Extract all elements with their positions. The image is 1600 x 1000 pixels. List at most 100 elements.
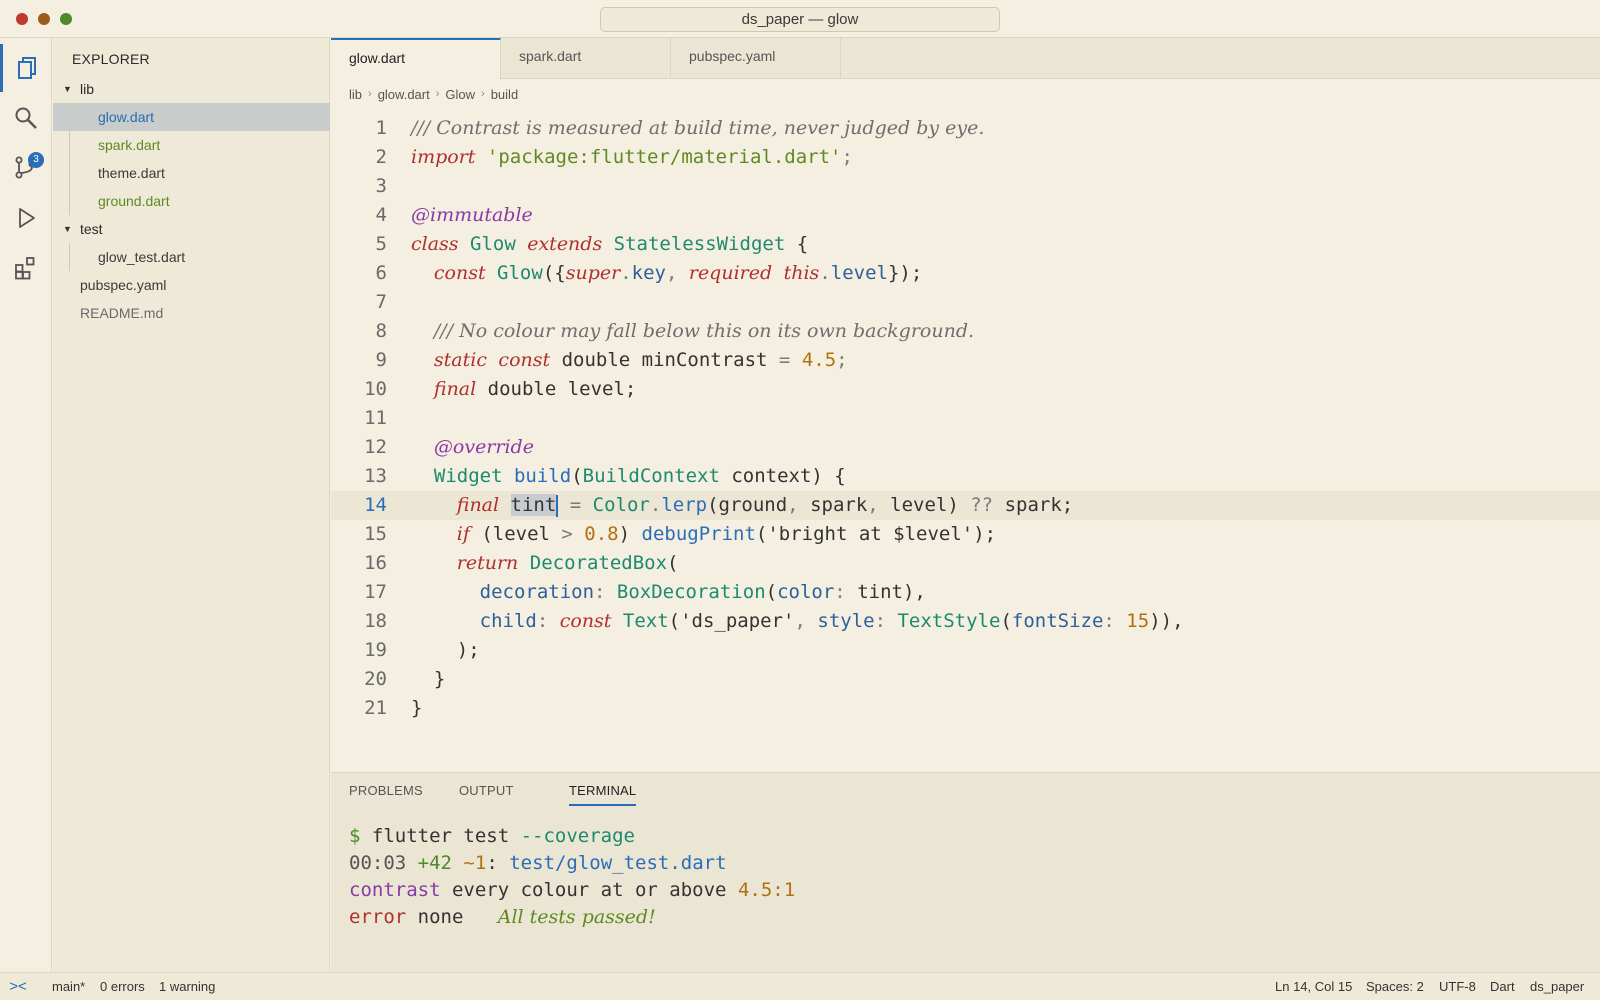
- status-errors[interactable]: 0 errors: [100, 973, 145, 1000]
- terminal-token: +42: [417, 852, 452, 874]
- code-token: ;: [841, 146, 853, 168]
- code-token: @override: [433, 436, 534, 458]
- tree-folder-lib[interactable]: ▼ lib: [53, 75, 330, 103]
- line-number: 2: [375, 146, 387, 168]
- tree-file-glow_test-dart[interactable]: glow_test.dart: [53, 243, 330, 271]
- tree-file-README-md[interactable]: README.md: [53, 299, 330, 327]
- activity-run[interactable]: [0, 194, 52, 242]
- code-line[interactable]: 19 );: [331, 636, 1600, 665]
- tree-file-spark-dart[interactable]: spark.dart: [53, 131, 330, 159]
- minimize-window-button[interactable]: [38, 13, 50, 25]
- code-line[interactable]: 3: [331, 172, 1600, 201]
- code-line[interactable]: 1 /// Contrast is measured at build time,…: [331, 114, 1600, 143]
- tree-folder-test[interactable]: ▼ test: [53, 215, 330, 243]
- code-line[interactable]: 17 decoration: BoxDecoration(color: tint…: [331, 578, 1600, 607]
- terminal-token: every colour at or above: [440, 879, 738, 901]
- code-line[interactable]: 6 const Glow({super.key, required this.l…: [331, 259, 1600, 288]
- tab-glow-dart[interactable]: glow.dart: [331, 38, 501, 80]
- activity-explorer[interactable]: [0, 44, 52, 92]
- code-line[interactable]: 15 if (level > 0.8) debugPrint('bright a…: [331, 520, 1600, 549]
- terminal-output[interactable]: $ flutter test --coverage 00:03 +42 ~1: t…: [349, 823, 795, 931]
- code-token: final: [433, 378, 477, 400]
- code-line[interactable]: 8 /// No colour may fall below this on i…: [331, 317, 1600, 346]
- code-line[interactable]: 14 final tint = Color.lerp(ground, spark…: [331, 491, 1600, 520]
- code-line[interactable]: 20 }: [331, 665, 1600, 694]
- window-title[interactable]: ds_paper — glow: [600, 7, 1000, 32]
- breadcrumb-item[interactable]: build: [491, 87, 518, 102]
- status-project[interactable]: ds_paper: [1530, 973, 1584, 1000]
- code-token: (: [667, 552, 679, 574]
- code-line[interactable]: 5 class Glow extends StatelessWidget {: [331, 230, 1600, 259]
- code-token: ,: [794, 610, 818, 632]
- run-icon: [19, 208, 35, 228]
- tree-file-theme-dart[interactable]: theme.dart: [53, 159, 330, 187]
- close-window-button[interactable]: [16, 13, 28, 25]
- code-line[interactable]: 13 Widget build(BuildContext context) {: [331, 462, 1600, 491]
- code-token: ,: [867, 494, 891, 516]
- code-line[interactable]: 4 @immutable: [331, 201, 1600, 230]
- code-token: tint: [510, 494, 557, 516]
- code-line[interactable]: 12 @override: [331, 433, 1600, 462]
- code-token: static: [433, 349, 487, 371]
- status-branch[interactable]: main*: [52, 973, 85, 1000]
- status-language[interactable]: Dart: [1490, 973, 1515, 1000]
- line-number: 13: [364, 465, 387, 487]
- code-token: Glow: [497, 262, 543, 284]
- status-cursor-position[interactable]: Ln 14, Col 15: [1275, 973, 1352, 1000]
- code-line[interactable]: 16 return DecoratedBox(: [331, 549, 1600, 578]
- indent-guide: [69, 131, 70, 159]
- panel-tab-problems[interactable]: PROBLEMS: [349, 783, 423, 798]
- code-token: StatelessWidget: [613, 233, 786, 255]
- extensions-icon: [15, 257, 35, 280]
- line-number: 10: [364, 378, 387, 400]
- indent-guide: [69, 159, 70, 187]
- code-token: level: [830, 262, 888, 284]
- breadcrumb-item[interactable]: Glow: [445, 87, 475, 102]
- code-line[interactable]: 18 child: const Text('ds_paper', style: …: [331, 607, 1600, 636]
- panel-tab-output[interactable]: OUTPUT: [459, 783, 514, 798]
- tree-file-ground-dart[interactable]: ground.dart: [53, 187, 330, 215]
- code-editor[interactable]: 1 /// Contrast is measured at build time,…: [331, 114, 1600, 734]
- code-line[interactable]: 9 static const double minContrast = 4.5;: [331, 346, 1600, 375]
- code-line[interactable]: 7: [331, 288, 1600, 317]
- panel-tab-terminal[interactable]: TERMINAL: [569, 783, 637, 806]
- breadcrumb: lib › glow.dart › Glow › build: [349, 84, 518, 104]
- activity-source-control[interactable]: 3: [0, 144, 52, 192]
- breadcrumb-item[interactable]: lib: [349, 87, 362, 102]
- status-encoding[interactable]: UTF-8: [1439, 973, 1476, 1000]
- code-token: double minContrast: [550, 349, 779, 371]
- tree-file-glow-dart[interactable]: glow.dart: [53, 103, 330, 131]
- code-token: }: [411, 697, 423, 719]
- status-indentation[interactable]: Spaces: 2: [1366, 973, 1424, 1000]
- code-line[interactable]: 21}: [331, 694, 1600, 723]
- tree-file-pubspec-yaml[interactable]: pubspec.yaml: [53, 271, 330, 299]
- files-icon: [17, 57, 36, 79]
- tree-item-label: glow.dart: [98, 109, 155, 125]
- code-token: :: [874, 610, 898, 632]
- code-token: (level: [469, 523, 562, 545]
- code-line[interactable]: 2 import 'package:flutter/material.dart';: [331, 143, 1600, 172]
- breadcrumb-item[interactable]: glow.dart: [378, 87, 430, 102]
- activity-search[interactable]: [0, 94, 52, 142]
- zoom-window-button[interactable]: [60, 13, 72, 25]
- code-token: child: [479, 610, 537, 632]
- tab-pubspec-yaml[interactable]: pubspec.yaml: [671, 38, 841, 79]
- tab-spark-dart[interactable]: spark.dart: [501, 38, 671, 79]
- indent-guide: [69, 243, 70, 271]
- code-text: }: [411, 665, 445, 694]
- code-text: }: [411, 694, 422, 723]
- remote-icon[interactable]: ><: [0, 973, 36, 1000]
- line-number: 4: [375, 204, 387, 226]
- activity-extensions[interactable]: [0, 244, 52, 292]
- code-line[interactable]: 11: [331, 404, 1600, 433]
- code-line[interactable]: 10 final double level;: [331, 375, 1600, 404]
- status-warnings[interactable]: 1 warning: [159, 973, 215, 1000]
- terminal-line: contrast every colour at or above 4.5:1: [349, 877, 795, 904]
- terminal-token: error: [349, 906, 407, 928]
